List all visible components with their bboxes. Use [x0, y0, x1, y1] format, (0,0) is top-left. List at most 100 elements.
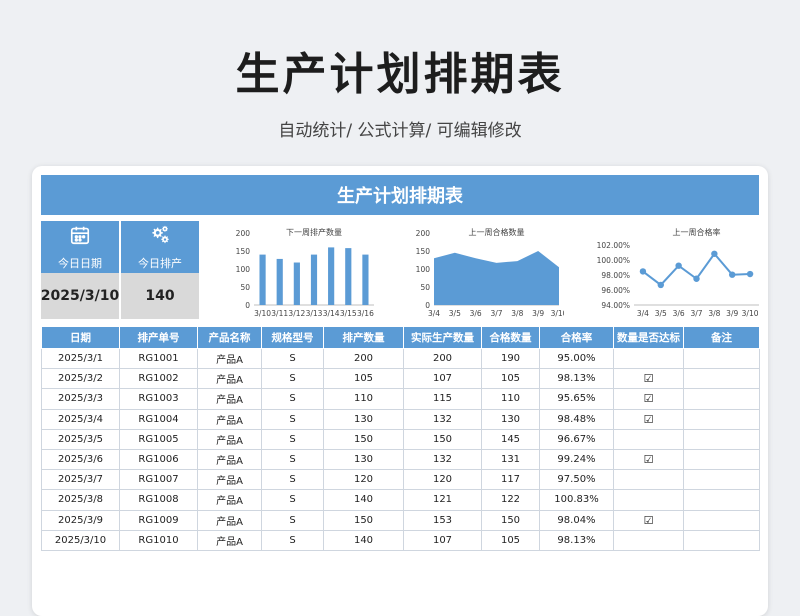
table-cell[interactable]: S: [261, 469, 324, 491]
table-cell[interactable]: RG1010: [119, 529, 198, 551]
table-cell[interactable]: 98.13%: [539, 368, 614, 390]
table-cell[interactable]: 98.48%: [539, 408, 614, 430]
table-cell[interactable]: 107: [403, 368, 482, 390]
table-cell[interactable]: 150: [323, 428, 404, 450]
table-cell[interactable]: RG1004: [119, 408, 198, 430]
column-header[interactable]: 排产数量: [323, 326, 404, 349]
table-cell[interactable]: [683, 388, 760, 410]
table-cell[interactable]: 107: [403, 529, 482, 551]
table-cell[interactable]: 2025/3/3: [41, 388, 120, 410]
status-check-cell[interactable]: ☑: [613, 509, 684, 531]
table-cell[interactable]: 117: [481, 469, 540, 491]
table-cell[interactable]: 96.67%: [539, 428, 614, 450]
table-cell[interactable]: RG1003: [119, 388, 198, 410]
table-cell[interactable]: 200: [403, 347, 482, 370]
status-check-cell[interactable]: [613, 529, 684, 551]
table-cell[interactable]: 153: [403, 509, 482, 531]
table-cell[interactable]: RG1007: [119, 469, 198, 491]
table-cell[interactable]: [683, 489, 760, 511]
table-cell[interactable]: 105: [481, 368, 540, 390]
table-cell[interactable]: 产品A: [197, 509, 262, 531]
column-header[interactable]: 合格率: [539, 326, 614, 349]
table-cell[interactable]: 2025/3/2: [41, 368, 120, 390]
table-cell[interactable]: 产品A: [197, 347, 262, 370]
table-cell[interactable]: S: [261, 428, 324, 450]
table-cell[interactable]: 98.04%: [539, 509, 614, 531]
table-cell[interactable]: 130: [481, 408, 540, 430]
table-cell[interactable]: S: [261, 448, 324, 471]
table-cell[interactable]: RG1009: [119, 509, 198, 531]
table-cell[interactable]: S: [261, 388, 324, 410]
table-cell[interactable]: 产品A: [197, 489, 262, 511]
table-cell[interactable]: 2025/3/1: [41, 347, 120, 370]
status-check-cell[interactable]: ☑: [613, 408, 684, 430]
table-cell[interactable]: [683, 448, 760, 471]
table-cell[interactable]: 105: [481, 529, 540, 551]
table-cell[interactable]: 140: [323, 529, 404, 551]
table-cell[interactable]: RG1008: [119, 489, 198, 511]
table-cell[interactable]: S: [261, 368, 324, 390]
status-check-cell[interactable]: ☑: [613, 448, 684, 471]
table-cell[interactable]: 132: [403, 448, 482, 471]
column-header[interactable]: 产品名称: [197, 326, 262, 349]
table-cell[interactable]: 产品A: [197, 469, 262, 491]
table-cell[interactable]: 2025/3/5: [41, 428, 120, 450]
table-cell[interactable]: [683, 347, 760, 370]
table-cell[interactable]: [683, 469, 760, 491]
table-cell[interactable]: 2025/3/9: [41, 509, 120, 531]
table-cell[interactable]: 130: [323, 448, 404, 471]
status-check-cell[interactable]: [613, 469, 684, 491]
table-cell[interactable]: 2025/3/4: [41, 408, 120, 430]
table-cell[interactable]: 产品A: [197, 428, 262, 450]
column-header[interactable]: 备注: [683, 326, 760, 349]
table-cell[interactable]: 115: [403, 388, 482, 410]
table-cell[interactable]: 产品A: [197, 408, 262, 430]
table-cell[interactable]: 产品A: [197, 448, 262, 471]
table-cell[interactable]: 132: [403, 408, 482, 430]
table-cell[interactable]: [683, 428, 760, 450]
table-cell[interactable]: RG1005: [119, 428, 198, 450]
table-cell[interactable]: 产品A: [197, 368, 262, 390]
table-cell[interactable]: 122: [481, 489, 540, 511]
table-cell[interactable]: 140: [323, 489, 404, 511]
column-header[interactable]: 规格型号: [261, 326, 324, 349]
table-cell[interactable]: 130: [323, 408, 404, 430]
table-cell[interactable]: 97.50%: [539, 469, 614, 491]
table-cell[interactable]: 145: [481, 428, 540, 450]
column-header[interactable]: 合格数量: [481, 326, 540, 349]
status-check-cell[interactable]: ☑: [613, 388, 684, 410]
table-cell[interactable]: S: [261, 347, 324, 370]
table-cell[interactable]: 200: [323, 347, 404, 370]
table-cell[interactable]: 2025/3/7: [41, 469, 120, 491]
table-cell[interactable]: [683, 368, 760, 390]
table-cell[interactable]: 121: [403, 489, 482, 511]
column-header[interactable]: 日期: [41, 326, 120, 349]
table-cell[interactable]: 131: [481, 448, 540, 471]
table-cell[interactable]: [683, 509, 760, 531]
table-cell[interactable]: 2025/3/8: [41, 489, 120, 511]
table-cell[interactable]: S: [261, 529, 324, 551]
table-cell[interactable]: S: [261, 489, 324, 511]
status-check-cell[interactable]: ☑: [613, 368, 684, 390]
column-header[interactable]: 实际生产数量: [403, 326, 482, 349]
table-cell[interactable]: 95.00%: [539, 347, 614, 370]
table-cell[interactable]: 120: [323, 469, 404, 491]
table-cell[interactable]: 105: [323, 368, 404, 390]
table-cell[interactable]: S: [261, 509, 324, 531]
table-cell[interactable]: 100.83%: [539, 489, 614, 511]
table-cell[interactable]: 2025/3/6: [41, 448, 120, 471]
table-cell[interactable]: [683, 408, 760, 430]
table-cell[interactable]: 110: [323, 388, 404, 410]
column-header[interactable]: 排产单号: [119, 326, 198, 349]
status-check-cell[interactable]: [613, 428, 684, 450]
table-cell[interactable]: 110: [481, 388, 540, 410]
table-cell[interactable]: 99.24%: [539, 448, 614, 471]
status-check-cell[interactable]: [613, 489, 684, 511]
table-cell[interactable]: 190: [481, 347, 540, 370]
table-cell[interactable]: S: [261, 408, 324, 430]
table-cell[interactable]: [683, 529, 760, 551]
table-cell[interactable]: 98.13%: [539, 529, 614, 551]
table-cell[interactable]: 2025/3/10: [41, 529, 120, 551]
table-cell[interactable]: 120: [403, 469, 482, 491]
table-cell[interactable]: RG1001: [119, 347, 198, 370]
